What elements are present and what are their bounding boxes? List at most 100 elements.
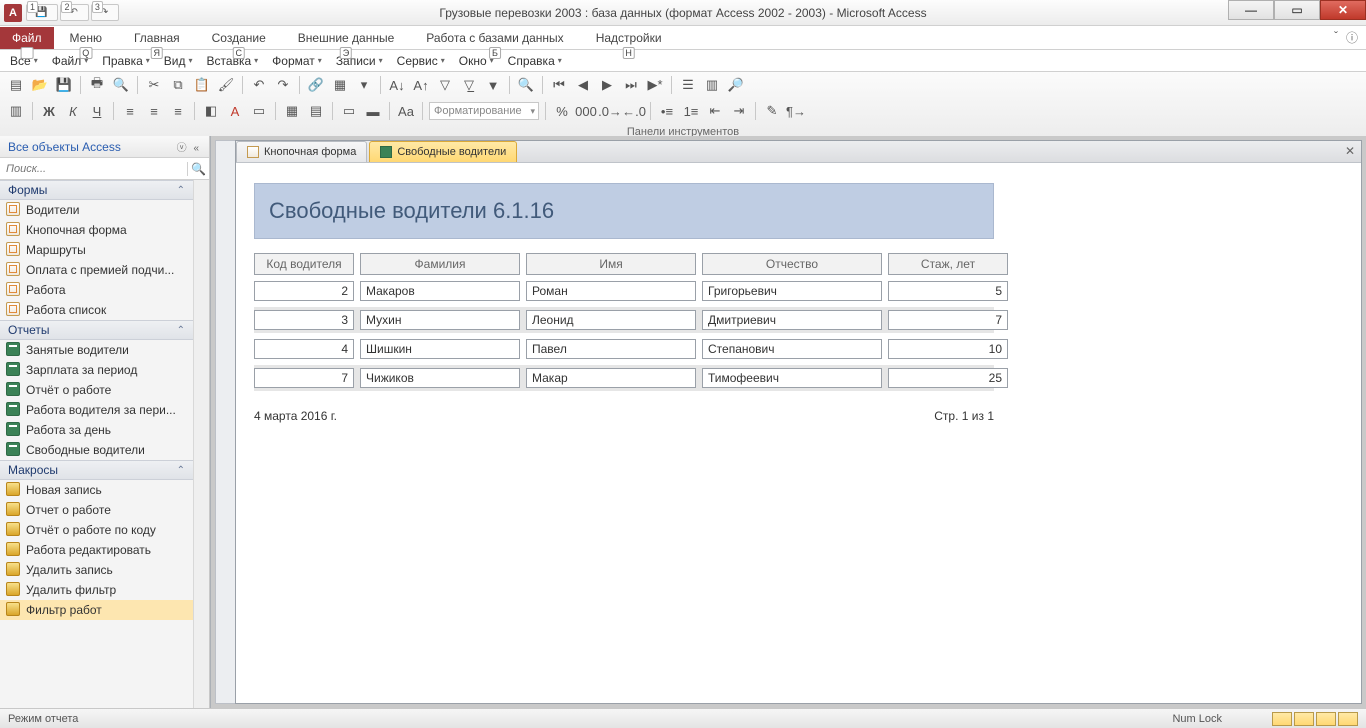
view-layout-icon[interactable] (1316, 712, 1336, 726)
nav-item-worklist[interactable]: Работа список (0, 300, 193, 320)
line-color-icon[interactable]: ▭ (249, 101, 269, 121)
record-selector-gutter[interactable] (215, 140, 235, 704)
gridlines-icon[interactable]: ▦ (282, 101, 302, 121)
nav-dropdown-icon[interactable]: ⓥ (177, 143, 189, 154)
search-input[interactable] (0, 163, 187, 175)
redo-icon[interactable]: ↷ (273, 75, 293, 95)
menu-edit[interactable]: Правка▾ (96, 52, 156, 70)
nav-item-routes[interactable]: Маршруты (0, 240, 193, 260)
dec-indent-icon[interactable]: ⇤ (705, 101, 725, 121)
bold-icon[interactable]: Ж (39, 101, 59, 121)
font-dialog-icon[interactable]: Aa (396, 101, 416, 121)
ribbon-tab-addins[interactable]: НадстройкиН (580, 27, 678, 49)
nav-item-driver-work-period[interactable]: Работа водителя за пери... (0, 400, 193, 420)
view-icon[interactable]: ▥ (6, 101, 26, 121)
tab-button-form[interactable]: Кнопочная форма (236, 141, 367, 162)
thousands-icon[interactable]: 000 (576, 101, 596, 121)
cut-icon[interactable]: ✂ (144, 75, 164, 95)
italic-icon[interactable]: К (63, 101, 83, 121)
view-design-icon[interactable] (1338, 712, 1358, 726)
qat-redo-icon[interactable]: ↷3 (91, 4, 119, 21)
find-icon[interactable]: 🔍 (516, 75, 536, 95)
sort-desc-icon[interactable]: A↑ (411, 75, 431, 95)
table-row[interactable]: 2 Макаров Роман Григорьевич 5 (254, 281, 994, 301)
new-record-icon[interactable]: ▶* (645, 75, 665, 95)
nav-item-macro-edit-work[interactable]: Работа редактировать (0, 540, 193, 560)
nav-collapse-icon[interactable]: « (193, 143, 201, 154)
nav-item-busy-drivers[interactable]: Занятые водители (0, 340, 193, 360)
nav-group-forms[interactable]: Формы⌃ (0, 180, 193, 200)
underline-icon[interactable]: Ч (87, 101, 107, 121)
ribbon-tab-menu[interactable]: МенюQ (54, 27, 118, 49)
last-record-icon[interactable]: ⏭ (621, 75, 641, 95)
close-button[interactable]: ✕ (1320, 0, 1366, 20)
next-record-icon[interactable]: ▶ (597, 75, 617, 95)
filter-icon[interactable]: ▽ (435, 75, 455, 95)
ribbon-tab-external[interactable]: Внешние данныеЭ (282, 27, 411, 49)
menu-help[interactable]: Справка▾ (502, 52, 568, 70)
copy-icon[interactable]: ⧉ (168, 75, 188, 95)
percent-icon[interactable]: % (552, 101, 572, 121)
ribbon-tab-dbtools[interactable]: Работа с базами данныхБ (410, 27, 579, 49)
search-icon[interactable]: 🔍 (187, 162, 209, 176)
menu-view[interactable]: Вид▾ (158, 52, 199, 70)
dec-decimal-icon[interactable]: ←.0 (624, 101, 644, 121)
ltr-icon[interactable]: ¶→ (786, 101, 806, 121)
new-icon[interactable]: ▤ (6, 75, 26, 95)
nav-group-reports[interactable]: Отчеты⌃ (0, 320, 193, 340)
qat-save-icon[interactable]: 💾1 (26, 4, 58, 21)
paste-icon[interactable]: 📋 (192, 75, 212, 95)
menu-format[interactable]: Формат▾ (266, 52, 328, 70)
nav-item-salary-period[interactable]: Зарплата за период (0, 360, 193, 380)
nav-item-macro-filter-work[interactable]: Фильтр работ (0, 600, 193, 620)
nav-item-macro-delete-filter[interactable]: Удалить фильтр (0, 580, 193, 600)
save-icon[interactable]: 💾 (54, 75, 74, 95)
preview-icon[interactable]: 🔍 (111, 75, 131, 95)
nav-item-work-report[interactable]: Отчёт о работе (0, 380, 193, 400)
table-row[interactable]: 4 Шишкин Павел Степанович 10 (254, 339, 994, 359)
select-row-icon[interactable]: ▬ (363, 101, 383, 121)
menu-records[interactable]: Записи▾ (330, 52, 389, 70)
nav-item-free-drivers[interactable]: Свободные водители (0, 440, 193, 460)
link-icon[interactable]: 🔗 (306, 75, 326, 95)
tab-free-drivers[interactable]: Свободные водители (369, 141, 517, 162)
numbering-icon[interactable]: 1≡ (681, 101, 701, 121)
chart-icon[interactable]: ▾ (354, 75, 374, 95)
font-color-icon[interactable]: A (225, 101, 245, 121)
align-center-icon[interactable]: ≡ (144, 101, 164, 121)
minimize-button[interactable]: — (1228, 0, 1274, 20)
nav-item-button-form[interactable]: Кнопочная форма (0, 220, 193, 240)
prev-record-icon[interactable]: ◀ (573, 75, 593, 95)
ribbon-tab-create[interactable]: СозданиеС (196, 27, 282, 49)
nav-item-work-day[interactable]: Работа за день (0, 420, 193, 440)
properties-icon[interactable]: ☰ (678, 75, 698, 95)
nav-item-macro-delete-record[interactable]: Удалить запись (0, 560, 193, 580)
table-icon[interactable]: ▦ (330, 75, 350, 95)
bullets-icon[interactable]: •≡ (657, 101, 677, 121)
nav-item-payment[interactable]: Оплата с премией подчи... (0, 260, 193, 280)
inc-indent-icon[interactable]: ⇥ (729, 101, 749, 121)
nav-scrollbar[interactable] (193, 180, 209, 708)
fill-color-icon[interactable]: ◧ (201, 101, 221, 121)
format-painter-icon[interactable]: 🖌 (216, 75, 236, 95)
nav-item-new-record[interactable]: Новая запись (0, 480, 193, 500)
db-window-icon[interactable]: ▥ (702, 75, 722, 95)
align-left-icon[interactable]: ≡ (120, 101, 140, 121)
maximize-button[interactable]: ▭ (1274, 0, 1320, 20)
menu-service[interactable]: Сервис▾ (391, 52, 451, 70)
alt-row-icon[interactable]: ▤ (306, 101, 326, 121)
table-row[interactable]: 7 Чижиков Макар Тимофеевич 25 (254, 365, 994, 391)
ribbon-collapse-icon[interactable]: ˇ (1334, 29, 1338, 46)
view-print-icon[interactable] (1294, 712, 1314, 726)
style-combo[interactable]: Форматирование (429, 102, 539, 120)
sort-asc-icon[interactable]: A↓ (387, 75, 407, 95)
first-record-icon[interactable]: ⏮ (549, 75, 569, 95)
align-right-icon[interactable]: ≡ (168, 101, 188, 121)
filter-form-icon[interactable]: ▽̲ (459, 75, 479, 95)
qat-undo-icon[interactable]: ↶2 (60, 4, 88, 21)
print-icon[interactable]: 🖶 (87, 75, 107, 95)
nav-item-work[interactable]: Работа (0, 280, 193, 300)
nav-header[interactable]: Все объекты Access ⓥ « (0, 136, 209, 158)
open-icon[interactable]: 📂 (30, 75, 50, 95)
view-report-icon[interactable] (1272, 712, 1292, 726)
